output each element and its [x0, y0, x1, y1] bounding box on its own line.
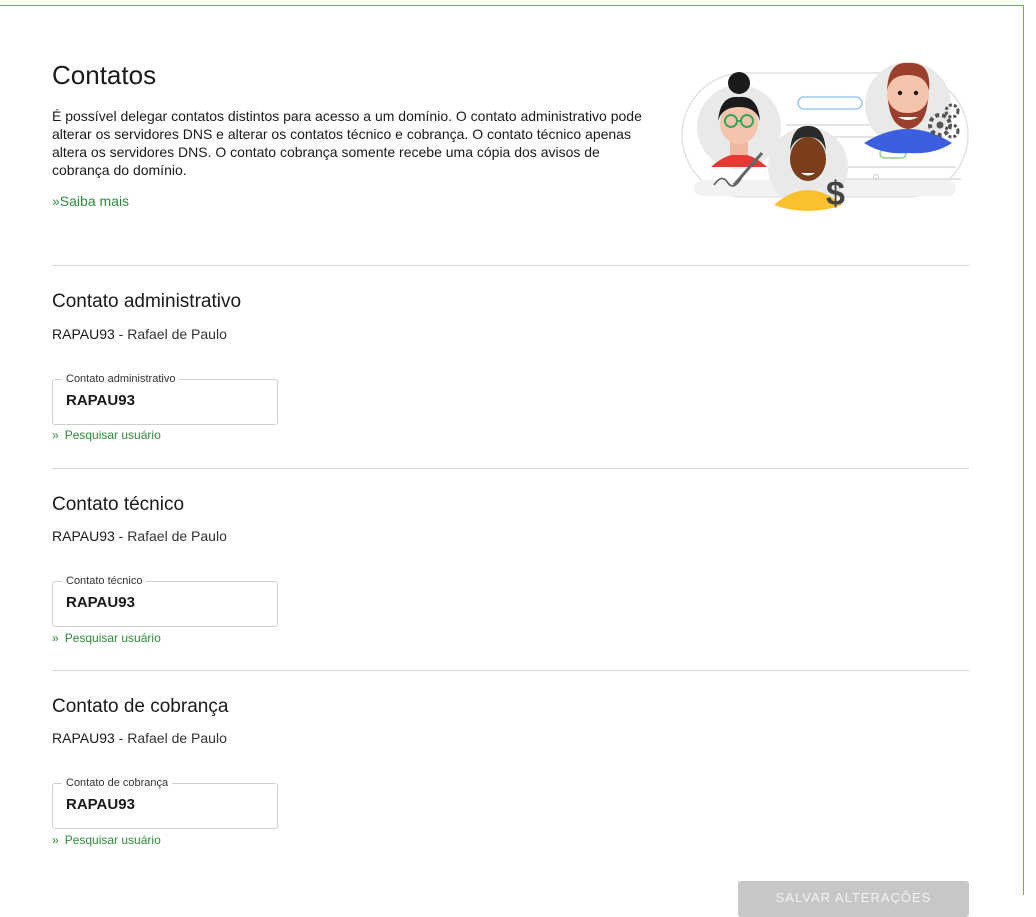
- tech-contact-field[interactable]: Contato técnico RAPAU93: [52, 574, 278, 627]
- chevron-right-icon: »: [52, 631, 59, 645]
- chevron-right-icon: »: [52, 428, 59, 442]
- billing-contact-field[interactable]: Contato de cobrança RAPAU93: [52, 776, 278, 829]
- admin-contact-field-label: Contato administrativo: [62, 372, 180, 386]
- divider: [52, 468, 969, 469]
- admin-contact-title: Contato administrativo: [52, 291, 242, 312]
- chevron-right-icon: »: [52, 833, 59, 847]
- admin-contact-field-value[interactable]: RAPAU93: [66, 392, 135, 409]
- contact-separator: -: [114, 326, 128, 342]
- contact-separator: -: [114, 730, 128, 746]
- billing-contact-info: RAPAU93 - Rafael de Paulo: [52, 730, 227, 746]
- tech-contact-field-label: Contato técnico: [62, 574, 147, 588]
- admin-contact-info: RAPAU93 - Rafael de Paulo: [52, 326, 227, 342]
- search-user-label: Pesquisar usuário: [64, 428, 161, 442]
- billing-search-user-link[interactable]: » Pesquisar usuário: [52, 833, 161, 847]
- tech-contact-title: Contato técnico: [52, 494, 185, 515]
- contact-name: Rafael de Paulo: [127, 730, 227, 746]
- tech-search-user-link[interactable]: » Pesquisar usuário: [52, 631, 161, 645]
- search-user-label: Pesquisar usuário: [64, 833, 161, 847]
- page-right-border: [1023, 5, 1024, 895]
- billing-contact-field-label: Contato de cobrança: [62, 776, 173, 790]
- contact-code: RAPAU93: [52, 528, 115, 544]
- intro-text: É possível delegar contatos distintos pa…: [52, 108, 642, 178]
- billing-contact-title: Contato de cobrança: [52, 696, 229, 717]
- svg-text:$: $: [826, 175, 845, 213]
- chevron-right-icon: »: [52, 193, 60, 209]
- tech-contact-info: RAPAU93 - Rafael de Paulo: [52, 528, 227, 544]
- divider: [52, 670, 969, 671]
- contact-separator: -: [114, 528, 128, 544]
- page-title: Contatos: [52, 60, 157, 90]
- learn-more-link[interactable]: »Saiba mais: [52, 193, 129, 209]
- save-changes-button[interactable]: SALVAR ALTERAÇÕES: [738, 881, 969, 917]
- divider: [52, 265, 969, 266]
- billing-contact-field-value[interactable]: RAPAU93: [66, 796, 135, 813]
- learn-more-label: Saiba mais: [59, 193, 130, 209]
- contact-code: RAPAU93: [52, 730, 115, 746]
- admin-contact-field[interactable]: Contato administrativo RAPAU93: [52, 372, 278, 425]
- contact-code: RAPAU93: [52, 326, 115, 342]
- contact-name: Rafael de Paulo: [127, 528, 227, 544]
- admin-search-user-link[interactable]: » Pesquisar usuário: [52, 428, 161, 442]
- tech-contact-field-value[interactable]: RAPAU93: [66, 594, 135, 611]
- page-top-border: [0, 5, 1024, 6]
- contact-name: Rafael de Paulo: [127, 326, 227, 342]
- contacts-illustration: $: [681, 62, 969, 213]
- search-user-label: Pesquisar usuário: [64, 631, 161, 645]
